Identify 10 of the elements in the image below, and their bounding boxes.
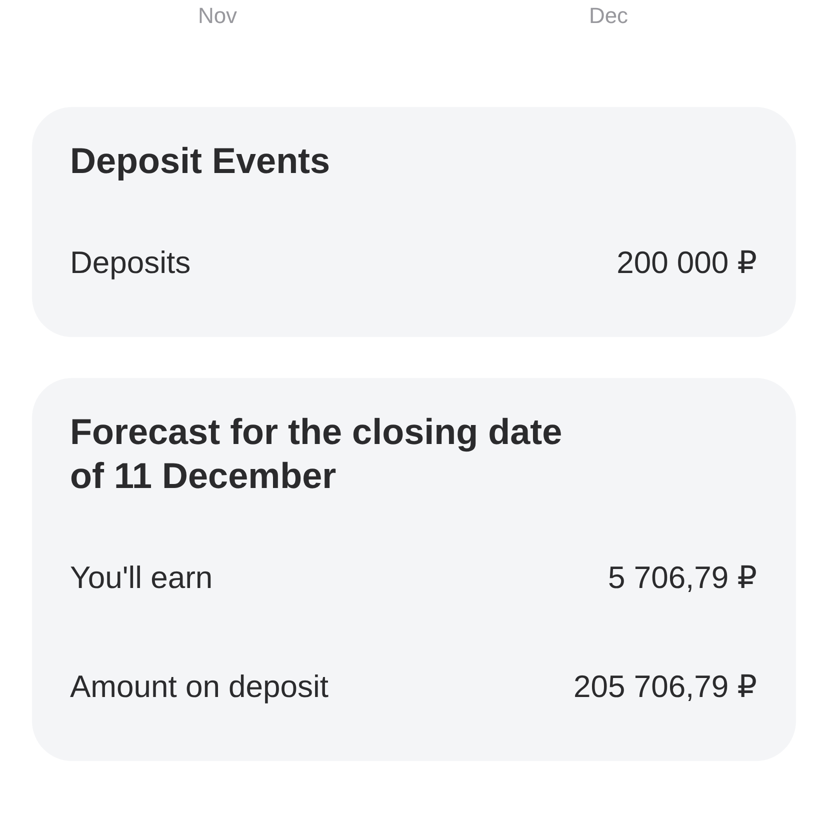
row-label: Amount on deposit: [70, 669, 329, 705]
amount-value: 200 000 ₽: [616, 245, 757, 281]
card-title: Forecast for the closing date of 11 December: [70, 410, 564, 498]
month-label: Dec: [588, 3, 628, 29]
row-label: You'll earn: [70, 560, 213, 596]
month-label: Nov: [198, 3, 238, 29]
amount-value: 5 706,79 ₽: [608, 560, 757, 596]
card-title: Deposit Events: [70, 139, 332, 183]
row-label: Deposits: [70, 245, 191, 281]
amount-value: 205 706,79 ₽: [574, 669, 757, 705]
